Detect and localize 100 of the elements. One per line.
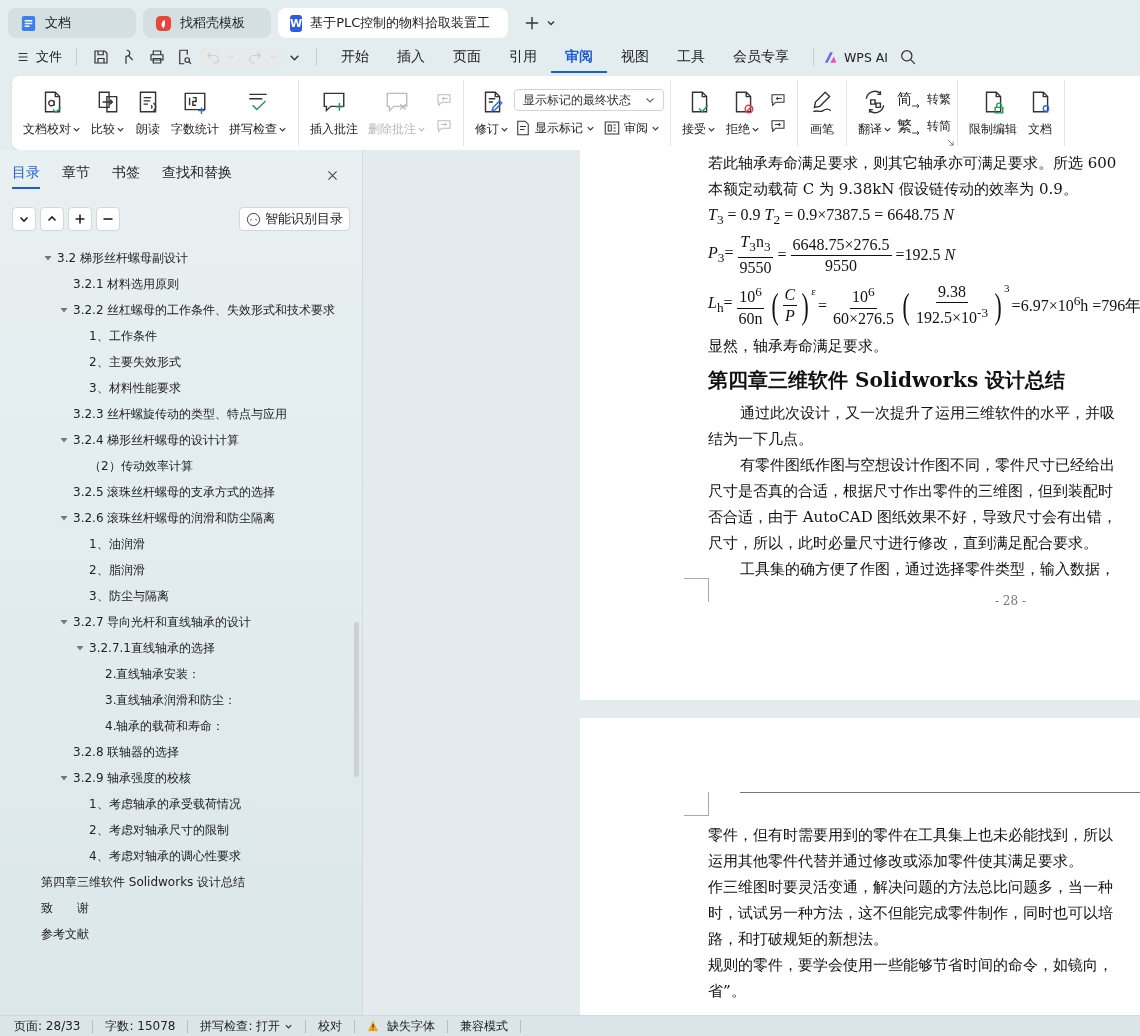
ribbon-button[interactable]: 比较 <box>86 86 130 140</box>
toolbar-icon <box>148 48 166 66</box>
toc-item[interactable]: 3.2.4 梯形丝杆螺母的设计计算 <box>73 431 240 449</box>
toc-item[interactable]: 3、防尘与隔离 <box>89 587 169 605</box>
ribbon-button[interactable]: 文档 <box>1022 86 1058 140</box>
markup-dropdown[interactable]: 显示标记的最终状态 <box>514 89 664 111</box>
ai-button[interactable]: WPS AI <box>824 49 889 65</box>
paragraph-line: 否合适，由于 AutoCAD 图纸效果不好，导致尺寸会有出错， <box>708 506 1118 528</box>
paragraph-line: 本额定动载荷 C 为 9.38kN 假设链传动的效率为 0.9。 <box>708 179 1078 200</box>
ribbon-button[interactable]: 拒绝 <box>721 86 765 140</box>
expand-arrow-icon[interactable] <box>60 618 68 626</box>
ribbon-button[interactable]: 限制编辑 <box>964 86 1022 140</box>
toc-item[interactable]: 1、工作条件 <box>89 327 157 345</box>
expand-level-button[interactable] <box>40 207 64 231</box>
sidebar-tab[interactable]: 目录 <box>12 162 40 189</box>
formula: T$_{3}$ = 0.9 T$_{2}$ = 0.9×7387.5 = 6648.75 N <box>708 206 954 229</box>
toc-item[interactable]: 3.2.7 导向光杆和直线轴承的设计 <box>73 613 252 631</box>
corner-mark <box>684 792 709 816</box>
toc-item[interactable]: 4.轴承的载荷和寿命： <box>105 717 225 735</box>
sidebar-tab[interactable]: 章节 <box>62 162 90 189</box>
toc-item[interactable]: 2、主要失效形式 <box>89 353 181 371</box>
ribbon-button[interactable]: 拼写检查 <box>224 86 292 140</box>
comment-right-arrow-icon <box>435 117 453 135</box>
ribbon-button[interactable]: 审阅 <box>603 119 660 137</box>
ribbon-button[interactable]: 字数统计 <box>166 86 224 140</box>
ribbon-tab[interactable]: 页面 <box>439 41 495 73</box>
document-tab[interactable]: W 基于PLC控制的物料拾取装置工 <box>278 8 508 38</box>
toc-item[interactable]: 1、油润滑 <box>89 535 145 553</box>
ribbon-tab[interactable]: 引用 <box>495 41 551 73</box>
ribbon-button[interactable]: 接受 <box>677 86 721 140</box>
sidebar-tab[interactable]: 书签 <box>112 162 140 189</box>
toc-item[interactable]: 3.2.2 丝杠螺母的工作条件、失效形式和技术要求 <box>73 301 336 319</box>
ribbon-tab[interactable]: 工具 <box>663 41 719 73</box>
paragraph-line: 通过此次设计，又一次提升了运用三维软件的水平，并吸 <box>739 402 1115 424</box>
caret-icon[interactable] <box>546 18 556 28</box>
toc-item[interactable]: 3.2.7.1直线轴承的选择 <box>89 639 215 657</box>
ribbon-button[interactable]: 简 转繁 <box>897 90 951 109</box>
ribbon-button[interactable]: 繁 转简 <box>897 117 951 136</box>
new-tab-icon[interactable] <box>525 16 539 30</box>
paragraph-line: 时，试试另一种方法，这不但能完成零件制作，同时也可以培 <box>708 903 1113 924</box>
toc-item[interactable]: 3.2.3 丝杆螺旋传动的类型、特点与应用 <box>73 405 288 423</box>
toc-item[interactable]: 4、考虑对轴承的调心性要求 <box>89 847 241 865</box>
leaf-logo-icon <box>155 14 172 32</box>
ribbon-button[interactable]: 修订 <box>470 86 514 140</box>
collapse-level-button[interactable] <box>12 207 36 231</box>
toc-item[interactable]: 3.直线轴承润滑和防尘： <box>105 691 237 709</box>
ribbon-button[interactable]: 翻译 <box>853 86 897 140</box>
paragraph-line: 结为一下几点。 <box>708 428 813 450</box>
ribbon-button[interactable]: 画笔 <box>804 86 840 140</box>
ribbon-tab[interactable]: 视图 <box>607 41 663 73</box>
menu-icon <box>16 50 30 64</box>
toc-item[interactable]: 3.2.6 滚珠丝杆螺母的润滑和防尘隔离 <box>73 509 276 527</box>
ribbon-button[interactable]: 文档校对 <box>18 86 86 140</box>
ribbon-button[interactable]: 朗读 <box>130 86 166 140</box>
paragraph-line: 作三维图时要灵活变通，解决问题的方法总比问题多，当一种 <box>708 877 1113 898</box>
sidebar-tab[interactable]: 查找和替换 <box>162 162 232 189</box>
toc-item[interactable]: 第四章三维软件 Solidworks 设计总结 <box>41 873 246 891</box>
expand-arrow-icon[interactable] <box>76 644 84 652</box>
paragraph-line: 若此轴承寿命满足要求，则其它轴承亦可满足要求。所选 600 <box>708 153 1117 174</box>
document-tab[interactable]: 文档 <box>8 8 136 38</box>
robot-face-icon <box>246 211 261 227</box>
toc-item[interactable]: 3.2.1 材料选用原则 <box>73 275 180 293</box>
toc-item[interactable]: （2）传动效率计算 <box>89 457 193 475</box>
ribbon-button[interactable]: 显示标记 <box>514 119 595 137</box>
document-tab[interactable]: 找稻壳模板 <box>143 8 271 38</box>
remove-heading-button[interactable] <box>96 207 120 231</box>
ribbon-button[interactable]: 插入批注 <box>305 86 363 140</box>
expand-arrow-icon[interactable] <box>60 306 68 314</box>
toc-item[interactable]: 2、考虑对轴承尺寸的限制 <box>89 821 229 839</box>
toc-item[interactable]: 参考文献 <box>41 925 89 943</box>
dialog-launcher-icon[interactable] <box>947 139 954 146</box>
smart-toc-button[interactable]: 智能识别目录 <box>239 207 350 231</box>
add-heading-button[interactable] <box>68 207 92 231</box>
search-icon[interactable] <box>900 48 918 66</box>
status-item[interactable]: 拼写检查: 打开 <box>200 1017 294 1035</box>
ribbon-tab[interactable]: 审阅 <box>551 41 607 73</box>
ribbon-tab[interactable]: 会员专享 <box>719 41 803 73</box>
toc-item[interactable]: 3、材料性能要求 <box>89 379 181 397</box>
panel-icon <box>603 119 621 137</box>
expand-arrow-icon[interactable] <box>60 774 68 782</box>
toc-item[interactable]: 3.2.8 联轴器的选择 <box>73 743 180 761</box>
caret-icon <box>645 95 655 105</box>
expand-arrow-icon[interactable] <box>60 514 68 522</box>
comment-right-arrow-icon <box>769 117 787 135</box>
expand-arrow-icon[interactable] <box>44 254 52 262</box>
file-menu-button[interactable]: 文件 <box>12 46 66 68</box>
toc-item[interactable]: 致 谢 <box>41 899 89 917</box>
toc-item[interactable]: 2.直线轴承安装： <box>105 665 201 683</box>
toc-item[interactable]: 2、脂润滑 <box>89 561 145 579</box>
toc-item[interactable]: 3.2.9 轴承强度的校核 <box>73 769 192 787</box>
ribbon-tab[interactable]: 插入 <box>383 41 439 73</box>
scrollbar-thumb[interactable] <box>354 622 359 777</box>
close-icon[interactable] <box>326 169 339 182</box>
toc-item[interactable]: 3.2 梯形丝杆螺母副设计 <box>57 249 188 267</box>
ribbon-tab[interactable]: 开始 <box>327 41 383 73</box>
chapter-heading: 第四章三维软件 Solidworks 设计总结 <box>708 366 1066 394</box>
expand-arrow-icon[interactable] <box>60 436 68 444</box>
toc-item[interactable]: 1、考虑轴承的承受载荷情况 <box>89 795 241 813</box>
paragraph-line: 尺寸是否真的合适，根据尺寸作出零件的三维图，但到装配时 <box>708 480 1113 502</box>
toc-item[interactable]: 3.2.5 滚珠丝杆螺母的支承方式的选择 <box>73 483 276 501</box>
